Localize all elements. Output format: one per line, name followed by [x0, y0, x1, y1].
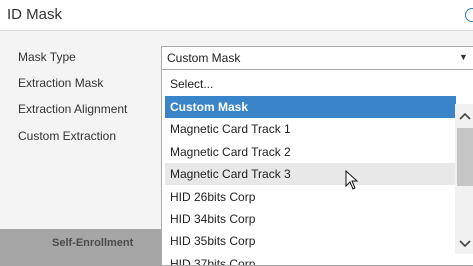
dropdown-scrollbar[interactable] — [455, 104, 473, 254]
mask-type-select[interactable]: Custom Mask ▼ — [161, 46, 473, 70]
mouse-pointer-icon — [345, 170, 359, 190]
id-mask-dialog: ID Mask Mask Type Extraction Mask Extrac… — [0, 0, 473, 266]
option-select[interactable]: Select... — [165, 73, 456, 95]
option-magnetic-card-track-3[interactable]: Magnetic Card Track 3 — [165, 163, 456, 185]
mask-type-dropdown-list: Select... Custom Mask Magnetic Card Trac… — [161, 70, 473, 266]
option-magnetic-card-track-1[interactable]: Magnetic Card Track 1 — [165, 118, 456, 140]
mask-type-select-value: Custom Mask — [167, 51, 241, 65]
mask-type-label: Mask Type — [18, 50, 76, 64]
scrollbar-thumb[interactable] — [457, 128, 473, 186]
dialog-title: ID Mask — [7, 6, 63, 23]
chevron-up-icon[interactable] — [457, 110, 473, 122]
extraction-mask-label: Extraction Mask — [18, 76, 104, 90]
self-enrollment-tab-label: Self-Enrollment — [52, 237, 134, 249]
option-custom-mask[interactable]: Custom Mask — [165, 96, 456, 118]
option-hid-37bits-corp[interactable]: HID 37bits Corp — [165, 253, 456, 265]
custom-extraction-label: Custom Extraction — [18, 129, 117, 143]
extraction-alignment-label: Extraction Alignment — [18, 102, 128, 116]
option-magnetic-card-track-2[interactable]: Magnetic Card Track 2 — [165, 141, 456, 163]
option-hid-26bits-corp[interactable]: HID 26bits Corp — [165, 186, 456, 208]
self-enrollment-tab[interactable]: Self-Enrollment — [0, 229, 184, 266]
chevron-down-icon[interactable]: ▼ — [459, 52, 468, 62]
dialog-header: ID Mask — [0, 0, 473, 31]
help-icon[interactable] — [465, 8, 473, 22]
option-hid-34bits-corp[interactable]: HID 34bits Corp — [165, 208, 456, 230]
chevron-down-icon[interactable] — [457, 238, 473, 250]
option-hid-35bits-corp[interactable]: HID 35bits Corp — [165, 230, 456, 252]
